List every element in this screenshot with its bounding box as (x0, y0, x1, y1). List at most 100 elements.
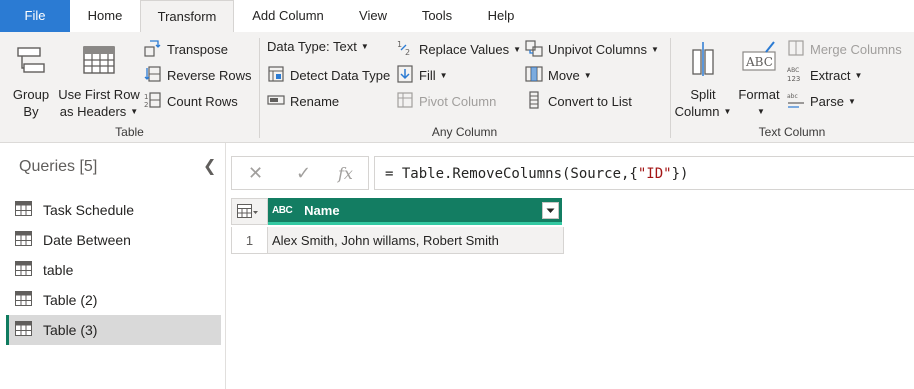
queries-pane: Queries [5] ❮ Task Schedule Date Between… (0, 143, 226, 389)
merge-columns-icon (787, 39, 805, 60)
group-label-table: Table (115, 125, 144, 139)
query-item-label: Task Schedule (43, 202, 135, 218)
convert-to-list-label: Convert to List (548, 94, 632, 109)
chevron-down-icon: ▼ (360, 42, 369, 51)
column-filter-button[interactable] (542, 202, 559, 219)
chevron-down-icon: ▼ (723, 107, 732, 116)
svg-text:2: 2 (405, 48, 410, 57)
pivot-column-button[interactable]: Pivot Column (396, 91, 496, 112)
formula-text-string: "ID" (637, 166, 672, 182)
chevron-down-icon: ▼ (651, 45, 659, 54)
svg-text:ABC: ABC (787, 67, 799, 74)
group-by-label-2: By (23, 104, 39, 119)
chevron-down-icon: ▼ (130, 107, 139, 116)
query-item-table-2[interactable]: Table (2) (6, 285, 221, 315)
ribbon: Group By Use First Row as Headers ▼ Trans… (0, 32, 914, 143)
tab-help[interactable]: Help (472, 0, 530, 32)
ribbon-group-divider (670, 38, 671, 138)
tab-transform[interactable]: Transform (140, 0, 234, 33)
query-item-label: Date Between (43, 232, 131, 248)
svg-text:1: 1 (397, 40, 402, 49)
data-type-label: Data Type: Text (267, 39, 357, 54)
count-rows-icon: 12 (144, 91, 162, 112)
pivot-column-icon (396, 91, 414, 112)
detect-data-type-button[interactable]: Detect Data Type (267, 65, 390, 86)
extract-label: Extract (810, 68, 851, 83)
reverse-rows-button[interactable]: Reverse Rows (144, 65, 252, 86)
svg-text:1: 1 (144, 93, 148, 101)
replace-values-label: Replace Values (419, 42, 510, 57)
count-rows-button[interactable]: 12 Count Rows (144, 91, 238, 112)
rename-button[interactable]: Rename (267, 91, 339, 112)
tab-home[interactable]: Home (70, 0, 140, 32)
group-label-text-column: Text Column (758, 125, 826, 139)
extract-icon: ABC 123 (787, 65, 805, 86)
transpose-label: Transpose (167, 42, 228, 57)
extract-dropdown[interactable]: ABC 123 Extract ▼ (787, 65, 862, 86)
query-item-table-3[interactable]: Table (3) (6, 315, 221, 345)
use-first-row-as-headers-button[interactable]: Use First Row as Headers ▼ (56, 44, 142, 120)
query-item-date-between[interactable]: Date Between (6, 225, 221, 255)
merge-columns-label: Merge Columns (810, 42, 902, 57)
split-column-label-1: Split (690, 87, 716, 102)
unpivot-columns-dropdown[interactable]: Unpivot Columns ▼ (525, 39, 659, 60)
chevron-down-icon: ▼ (847, 97, 856, 106)
collapse-pane-icon[interactable]: ❮ (203, 156, 216, 176)
fill-down-icon (396, 65, 414, 86)
commit-formula-icon[interactable]: ✓ (296, 163, 311, 184)
replace-values-dropdown[interactable]: 12 Replace Values ▼ (396, 39, 521, 60)
use-first-row-label-2: as Headers (59, 104, 127, 119)
move-columns-icon (525, 65, 543, 86)
convert-to-list-button[interactable]: Convert to List (525, 91, 632, 112)
data-type-dropdown[interactable]: Data Type: Text ▼ (267, 39, 369, 54)
rename-icon (267, 91, 285, 112)
group-label-any-column: Any Column (431, 125, 498, 139)
table-icon (15, 291, 32, 309)
chevron-down-icon: ▼ (513, 45, 522, 54)
move-dropdown[interactable]: Move ▼ (525, 65, 592, 86)
use-first-row-label-1: Use First Row (58, 87, 140, 102)
svg-text:abc: abc (787, 93, 798, 100)
formula-input[interactable]: = Table.RemoveColumns(Source,{"ID"}) (374, 156, 914, 190)
format-dropdown[interactable]: ABC Format ▼ (734, 40, 784, 120)
fill-dropdown[interactable]: Fill ▼ (396, 65, 448, 86)
query-item-task-schedule[interactable]: Task Schedule (6, 195, 221, 225)
table-icon (15, 231, 32, 249)
table-icon (15, 321, 32, 339)
convert-to-list-icon (525, 91, 543, 112)
query-item-label: Table (2) (43, 292, 98, 308)
table-icon (237, 204, 259, 222)
tab-view[interactable]: View (344, 0, 402, 32)
format-text-icon: ABC (734, 40, 784, 82)
parse-dropdown[interactable]: abc Parse ▼ (787, 91, 856, 112)
query-item-label: Table (3) (43, 322, 98, 338)
split-column-dropdown[interactable]: Split Column ▼ (675, 40, 731, 120)
unpivot-columns-label: Unpivot Columns (548, 42, 647, 57)
table-icon (15, 261, 32, 279)
table-cell[interactable]: Alex Smith, John willams, Robert Smith (268, 227, 564, 254)
svg-text:ABC: ABC (745, 55, 773, 69)
merge-columns-button[interactable]: Merge Columns (787, 39, 902, 60)
transpose-icon (144, 39, 162, 60)
chevron-down-icon: ▼ (439, 71, 448, 80)
column-header-name[interactable]: ABC Name (268, 198, 562, 225)
cancel-formula-icon[interactable]: ✕ (248, 163, 263, 184)
query-item-label: table (43, 262, 74, 278)
reverse-rows-icon (144, 65, 162, 86)
table-menu-button[interactable] (231, 198, 268, 225)
column-header-label: Name (304, 202, 340, 218)
transpose-button[interactable]: Transpose (144, 39, 228, 60)
tab-tools[interactable]: Tools (406, 0, 468, 32)
parse-icon: abc (787, 91, 805, 112)
tab-add-column[interactable]: Add Column (238, 0, 338, 32)
tab-file[interactable]: File (0, 0, 70, 32)
query-item-table[interactable]: table (6, 255, 221, 285)
ribbon-tab-bar: File Home Transform Add Column View Tool… (0, 0, 914, 33)
row-number[interactable]: 1 (231, 227, 268, 254)
formula-text-suffix: }) (671, 166, 689, 182)
insert-function-icon[interactable]: fx (338, 164, 353, 183)
text-type-icon[interactable]: ABC (272, 205, 293, 216)
chevron-down-icon: ▼ (854, 71, 863, 80)
chevron-down-icon: ▼ (757, 107, 765, 116)
group-by-button[interactable]: Group By (6, 44, 56, 120)
